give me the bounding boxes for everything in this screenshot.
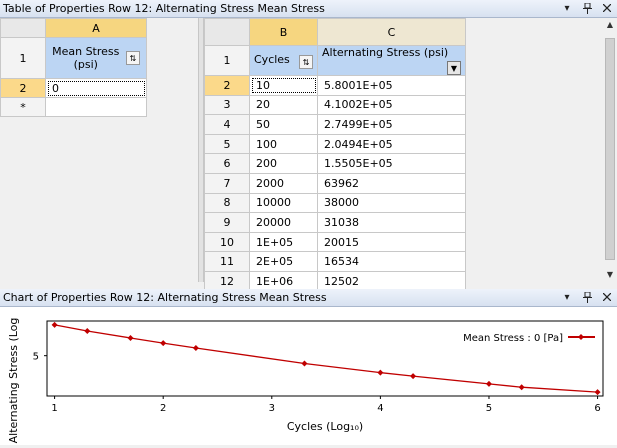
mean-stress-header-line2: (psi)	[74, 58, 98, 71]
table-row: 4 50 2.7499E+05	[205, 115, 466, 135]
row-header[interactable]: 4	[205, 115, 250, 135]
row-header[interactable]: 1	[205, 46, 250, 76]
mean-stress-header: Mean Stress (psi) ⇅	[46, 38, 147, 79]
alternating-stress-cell[interactable]: 4.1002E+05	[318, 95, 466, 115]
alternating-stress-cell[interactable]: 5.8001E+05	[318, 76, 466, 96]
chart-panel-title: Chart of Properties Row 12: Alternating …	[3, 291, 327, 304]
column-header-b[interactable]: B	[250, 19, 318, 46]
x-tick-label: 5	[486, 403, 492, 414]
chart-area: 1 2 3 4 5 6 5 Cycles (Log₁₀) Alternating Stress …	[0, 307, 617, 445]
y-axis-label: Alternating Stress (Log	[7, 318, 20, 444]
table-panel-title: Table of Properties Row 12: Alternating …	[3, 2, 325, 15]
mean-stress-cell[interactable]: 0	[46, 79, 147, 98]
table-row: 8 10000 38000	[205, 193, 466, 213]
table-row: 5 100 2.0494E+05	[205, 134, 466, 154]
panel-menu-chevron-icon[interactable]: ▾	[561, 1, 573, 15]
cycles-cell[interactable]: 2E+05	[250, 252, 318, 272]
cycles-cell[interactable]: 200	[250, 154, 318, 174]
table-corner[interactable]	[205, 19, 250, 46]
column-header-c[interactable]: C	[318, 19, 466, 46]
row-header[interactable]: 6	[205, 154, 250, 174]
table-row: 7 2000 63962	[205, 173, 466, 193]
new-row-header[interactable]: *	[1, 98, 46, 117]
row-header[interactable]: 11	[205, 252, 250, 272]
table-row: 10 1E+05 20015	[205, 232, 466, 252]
legend-label: Mean Stress : 0 [Pa]	[463, 333, 563, 344]
alternating-stress-cell[interactable]: 38000	[318, 193, 466, 213]
pin-icon[interactable]	[581, 290, 593, 304]
cycles-cell[interactable]: 20000	[250, 213, 318, 233]
cycles-cell[interactable]: 100	[250, 134, 318, 154]
cycles-cell[interactable]: 50	[250, 115, 318, 135]
table-vertical-scrollbar[interactable]: ▲ ▼	[603, 18, 617, 282]
cycles-header-label: Cycles	[254, 53, 290, 66]
row-header-selected[interactable]: 2	[1, 79, 46, 98]
alternating-stress-cell[interactable]: 31038	[318, 213, 466, 233]
scroll-down-arrow-icon[interactable]: ▼	[603, 268, 617, 282]
cycles-cell[interactable]: 1E+05	[250, 232, 318, 252]
x-tick-label: 6	[594, 403, 600, 414]
cycles-cell[interactable]: 10000	[250, 193, 318, 213]
table-row: 11 2E+05 16534	[205, 252, 466, 272]
close-icon[interactable]	[601, 290, 613, 304]
table-corner[interactable]	[1, 19, 46, 38]
alternating-stress-table: B C 1 Cycles ⇅ Alternating Stress (psi) …	[204, 18, 466, 292]
pin-icon[interactable]	[581, 1, 593, 15]
row-header[interactable]: 8	[205, 193, 250, 213]
table-row: 9 20000 31038	[205, 213, 466, 233]
x-tick-label: 3	[269, 403, 275, 414]
row-header[interactable]: 2	[205, 76, 250, 96]
x-axis-label: Cycles (Log₁₀)	[287, 420, 363, 433]
cycles-header: Cycles ⇅	[250, 46, 318, 76]
panel-menu-chevron-icon[interactable]: ▾	[561, 290, 573, 304]
new-row-cell[interactable]	[46, 98, 147, 117]
scroll-up-arrow-icon[interactable]: ▲	[603, 18, 617, 32]
alternating-stress-cell[interactable]: 2.0494E+05	[318, 134, 466, 154]
cycles-cell[interactable]: 10	[250, 76, 318, 96]
row-header[interactable]: 1	[1, 38, 46, 79]
chart-panel-titlebar: Chart of Properties Row 12: Alternating …	[0, 289, 617, 307]
alternating-stress-cell[interactable]: 20015	[318, 232, 466, 252]
table-row: 3 20 4.1002E+05	[205, 95, 466, 115]
table-row: 2 10 5.8001E+05	[205, 76, 466, 96]
x-tick-label: 1	[51, 403, 57, 414]
table-row: 6 200 1.5505E+05	[205, 154, 466, 174]
dropdown-arrow-icon[interactable]: ▼	[447, 61, 461, 75]
row-header[interactable]: 9	[205, 213, 250, 233]
alternating-stress-cell[interactable]: 16534	[318, 252, 466, 272]
close-icon[interactable]	[601, 1, 613, 15]
alternating-stress-cell[interactable]: 1.5505E+05	[318, 154, 466, 174]
alternating-stress-header: Alternating Stress (psi) ▼	[318, 46, 466, 76]
row-header[interactable]: 10	[205, 232, 250, 252]
sort-icon[interactable]: ⇅	[299, 55, 313, 69]
cycles-cell[interactable]: 20	[250, 95, 318, 115]
table-panel-titlebar: Table of Properties Row 12: Alternating …	[0, 0, 617, 18]
alternating-stress-header-label: Alternating Stress (psi)	[322, 46, 448, 59]
scrollbar-thumb[interactable]	[605, 38, 615, 260]
alternating-stress-cell[interactable]: 2.7499E+05	[318, 115, 466, 135]
mean-stress-header-line1: Mean Stress	[52, 45, 119, 58]
row-header[interactable]: 5	[205, 134, 250, 154]
sn-curve-chart[interactable]: 1 2 3 4 5 6 5 Cycles (Log₁₀) Alternating Stress …	[0, 307, 617, 445]
row-header[interactable]: 7	[205, 173, 250, 193]
x-tick-label: 2	[160, 403, 166, 414]
column-header-a[interactable]: A	[46, 19, 147, 38]
y-tick-label: 5	[33, 352, 39, 363]
sort-icon[interactable]: ⇅	[126, 51, 140, 65]
mean-stress-table: A 1 Mean Stress (psi) ⇅ 2 0 *	[0, 18, 147, 117]
cycles-cell[interactable]: 2000	[250, 173, 318, 193]
x-tick-label: 4	[377, 403, 383, 414]
row-header[interactable]: 3	[205, 95, 250, 115]
alternating-stress-cell[interactable]: 63962	[318, 173, 466, 193]
